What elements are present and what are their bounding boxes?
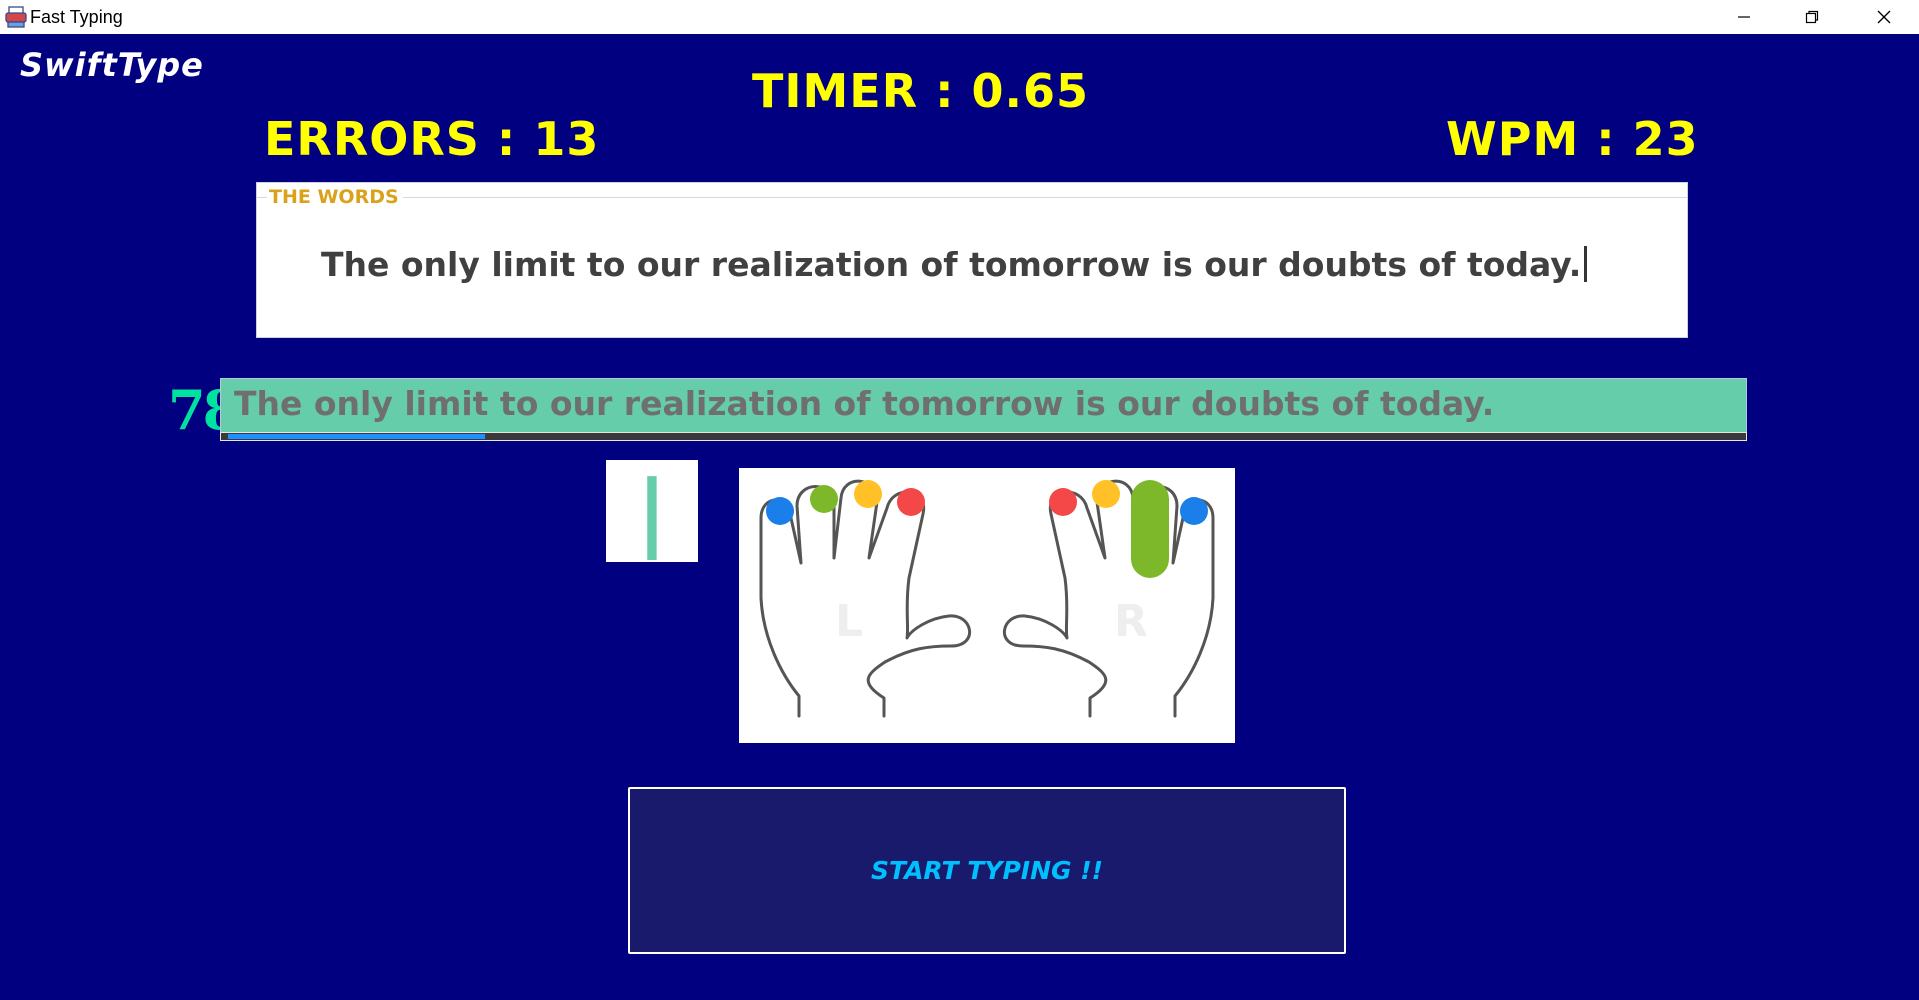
next-key-box: |	[606, 460, 698, 562]
errors-readout: ERRORS : 13	[264, 112, 600, 166]
right-index-dot	[1049, 488, 1077, 516]
close-button[interactable]	[1850, 0, 1918, 34]
right-hand-label: R	[1114, 596, 1148, 647]
right-middle-dot	[1092, 480, 1120, 508]
hands-illustration: L R	[759, 479, 1215, 718]
left-middle-dot	[854, 480, 882, 508]
app-logo: SwiftType	[20, 46, 204, 84]
minimize-icon	[1738, 16, 1750, 18]
left-pinky-dot	[766, 497, 794, 525]
minimize-button[interactable]	[1710, 0, 1778, 34]
right-ring-highlight	[1131, 480, 1169, 578]
target-sentence-text: The only limit to our realization of tom…	[321, 245, 1582, 284]
typing-input[interactable]: The only limit to our realization of tom…	[220, 378, 1747, 434]
window-titlebar: Fast Typing	[0, 0, 1919, 34]
typing-progress-fill	[228, 434, 485, 439]
panel-divider	[257, 197, 1687, 198]
right-pinky-dot	[1180, 497, 1208, 525]
maximize-button[interactable]	[1778, 0, 1846, 34]
window-title: Fast Typing	[30, 7, 123, 27]
start-typing-button[interactable]: START TYPING !!	[628, 787, 1346, 954]
words-panel-legend: THE WORDS	[267, 186, 403, 208]
start-typing-label: START TYPING !!	[870, 856, 1104, 885]
wpm-readout: WPM : 23	[1446, 112, 1699, 166]
timer-readout: TIMER : 0.65	[752, 64, 1090, 118]
finger-guide-panel: L R	[739, 468, 1235, 743]
left-ring-dot	[810, 485, 838, 513]
text-caret	[1584, 246, 1588, 282]
left-hand-label: L	[835, 596, 863, 647]
next-key-glyph: |	[636, 462, 668, 560]
typing-progress-bar	[220, 432, 1747, 441]
left-index-dot	[897, 488, 925, 516]
typewriter-icon	[5, 6, 27, 28]
words-panel: THE WORDS The only limit to our realizat…	[256, 182, 1688, 338]
close-icon	[1877, 10, 1891, 24]
target-sentence: The only limit to our realization of tom…	[321, 245, 1588, 284]
maximize-icon	[1805, 10, 1819, 24]
